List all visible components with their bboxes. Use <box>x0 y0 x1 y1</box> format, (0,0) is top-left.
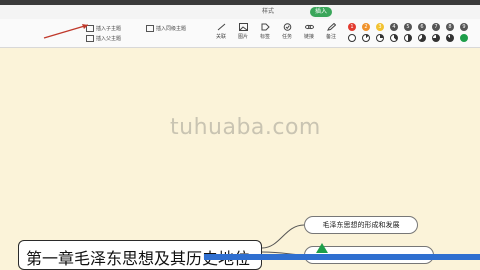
bottom-overlay-bar <box>204 254 480 260</box>
triangle-icon <box>316 243 328 253</box>
subtopic-node[interactable]: 毛泽东思想的形成和发展 <box>304 216 418 234</box>
